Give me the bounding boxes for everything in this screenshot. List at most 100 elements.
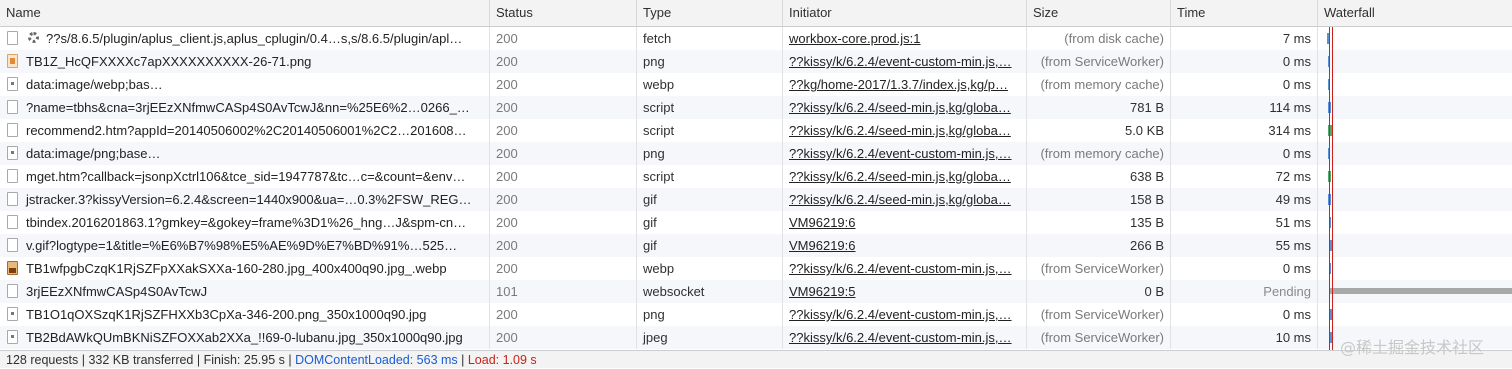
initiator-link[interactable]: VM96219:5 (783, 280, 1027, 303)
request-name: TB2BdAWkQUmBKNiSZFOXXab2XXa_!!69-0-luban… (0, 326, 490, 349)
request-name: data:image/png;base… (0, 142, 490, 165)
initiator-link[interactable]: ??kissy/k/6.2.4/event-custom-min.js,… (783, 326, 1027, 349)
table-row[interactable]: ?name=tbhs&cna=3rjEEzXNfmwCASp4S0AvTcwJ&… (0, 96, 1512, 119)
request-time: 0 ms (1171, 142, 1318, 165)
dom-content-loaded-marker (1329, 27, 1330, 350)
request-name: 3rjEEzXNfmwCASp4S0AvTcwJ (0, 280, 490, 303)
table-row[interactable]: recommend2.htm?appId=20140506002%2C20140… (0, 119, 1512, 142)
request-status: 200 (490, 165, 637, 188)
initiator-link[interactable]: ??kissy/k/6.2.4/seed-min.js,kg/globa… (783, 165, 1027, 188)
table-row[interactable]: v.gif?logtype=1&title=%E6%B7%98%E5%AE%9D… (0, 234, 1512, 257)
request-size: 781 B (1027, 96, 1171, 119)
table-row[interactable]: TB2BdAWkQUmBKNiSZFOXXab2XXa_!!69-0-luban… (0, 326, 1512, 349)
column-header-name[interactable]: Name (0, 0, 490, 26)
request-rows: ??s/8.6.5/plugin/aplus_client.js,aplus_c… (0, 27, 1512, 350)
table-row[interactable]: TB1wfpgbCzqK1RjSZFpXXakSXXa-160-280.jpg_… (0, 257, 1512, 280)
request-type: png (637, 303, 783, 326)
waterfall-cell (1318, 280, 1512, 303)
request-time: 0 ms (1171, 257, 1318, 280)
request-type: websocket (637, 280, 783, 303)
watermark: @稀土掘金技术社区 (1340, 338, 1485, 357)
request-status: 200 (490, 142, 637, 165)
column-header-size[interactable]: Size (1027, 0, 1171, 26)
table-row[interactable]: TB1O1qOXSzqK1RjSZFHXXb3CpXa-346-200.png_… (0, 303, 1512, 326)
request-status: 200 (490, 119, 637, 142)
initiator-link[interactable]: ??kissy/k/6.2.4/seed-min.js,kg/globa… (783, 119, 1027, 142)
request-type: script (637, 119, 783, 142)
initiator-link[interactable]: VM96219:6 (783, 211, 1027, 234)
waterfall-cell (1318, 303, 1512, 326)
request-size: 5.0 KB (1027, 119, 1171, 142)
table-row[interactable]: TB1Z_HcQFXXXXc7apXXXXXXXXXX-26-71.png 200… (0, 50, 1512, 73)
table-row[interactable]: data:image/png;base… 200 png ??kissy/k/6.2.… (0, 142, 1512, 165)
waterfall-cell (1318, 119, 1512, 142)
table-header: Name Status Type Initiator Size Time Wat… (0, 0, 1512, 27)
initiator-link[interactable]: workbox-core.prod.js:1 (783, 27, 1027, 50)
request-type: gif (637, 234, 783, 257)
request-status: 101 (490, 280, 637, 303)
request-name: recommend2.htm?appId=20140506002%2C20140… (0, 119, 490, 142)
request-size: 0 B (1027, 280, 1171, 303)
table-row[interactable]: mget.htm?callback=jsonpXctrl106&tce_sid=… (0, 165, 1512, 188)
request-size: (from ServiceWorker) (1027, 326, 1171, 349)
request-time: 0 ms (1171, 73, 1318, 96)
request-status: 200 (490, 73, 637, 96)
waterfall-bar (1330, 288, 1512, 294)
request-name: mget.htm?callback=jsonpXctrl106&tce_sid=… (0, 165, 490, 188)
initiator-link[interactable]: ??kissy/k/6.2.4/event-custom-min.js,… (783, 257, 1027, 280)
request-size: 158 B (1027, 188, 1171, 211)
request-size: (from memory cache) (1027, 73, 1171, 96)
table-row[interactable]: data:image/webp;bas… 200 webp ??kg/home-201… (0, 73, 1512, 96)
initiator-link[interactable]: ??kissy/k/6.2.4/seed-min.js,kg/globa… (783, 188, 1027, 211)
load-marker (1332, 27, 1333, 350)
request-type: webp (637, 257, 783, 280)
waterfall-cell (1318, 257, 1512, 280)
request-time: 114 ms (1171, 96, 1318, 119)
column-header-waterfall[interactable]: Waterfall (1318, 0, 1512, 26)
waterfall-cell (1318, 211, 1512, 234)
request-time: 55 ms (1171, 234, 1318, 257)
request-name: TB1O1qOXSzqK1RjSZFHXXb3CpXa-346-200.png_… (0, 303, 490, 326)
initiator-link[interactable]: ??kissy/k/6.2.4/seed-min.js,kg/globa… (783, 96, 1027, 119)
waterfall-cell (1318, 142, 1512, 165)
column-header-status[interactable]: Status (490, 0, 637, 26)
request-name: TB1Z_HcQFXXXXc7apXXXXXXXXXX-26-71.png (0, 50, 490, 73)
request-status: 200 (490, 257, 637, 280)
summary-text: 128 requests | 332 KB transferred | Fini… (6, 353, 296, 367)
table-row[interactable]: tbindex.2016201863.1?gmkey=&gokey=frame%… (0, 211, 1512, 234)
table-row[interactable]: 3rjEEzXNfmwCASp4S0AvTcwJ 101 websocket VM96… (0, 280, 1512, 303)
initiator-link[interactable]: VM96219:6 (783, 234, 1027, 257)
waterfall-cell (1318, 27, 1512, 50)
table-row[interactable]: ??s/8.6.5/plugin/aplus_client.js,aplus_c… (0, 27, 1512, 50)
request-time: 7 ms (1171, 27, 1318, 50)
column-header-time[interactable]: Time (1171, 0, 1318, 26)
request-type: gif (637, 211, 783, 234)
initiator-link[interactable]: ??kissy/k/6.2.4/event-custom-min.js,… (783, 142, 1027, 165)
request-type: script (637, 165, 783, 188)
request-size: (from ServiceWorker) (1027, 303, 1171, 326)
request-type: webp (637, 73, 783, 96)
initiator-link[interactable]: ??kg/home-2017/1.3.7/index.js,kg/p… (783, 73, 1027, 96)
request-size: (from ServiceWorker) (1027, 257, 1171, 280)
request-time: 72 ms (1171, 165, 1318, 188)
request-time: 314 ms (1171, 119, 1318, 142)
request-type: fetch (637, 27, 783, 50)
request-size: 135 B (1027, 211, 1171, 234)
request-type: gif (637, 188, 783, 211)
request-status: 200 (490, 188, 637, 211)
waterfall-cell (1318, 234, 1512, 257)
request-size: 266 B (1027, 234, 1171, 257)
table-row[interactable]: jstracker.3?kissyVersion=6.2.4&screen=14… (0, 188, 1512, 211)
column-header-type[interactable]: Type (637, 0, 783, 26)
waterfall-cell (1318, 50, 1512, 73)
waterfall-cell (1318, 188, 1512, 211)
waterfall-cell (1318, 73, 1512, 96)
column-header-initiator[interactable]: Initiator (783, 0, 1027, 26)
request-status: 200 (490, 211, 637, 234)
request-time: 49 ms (1171, 188, 1318, 211)
initiator-link[interactable]: ??kissy/k/6.2.4/event-custom-min.js,… (783, 303, 1027, 326)
dom-content-loaded-text: DOMContentLoaded: 563 ms (295, 353, 458, 367)
request-time: 10 ms (1171, 326, 1318, 349)
initiator-link[interactable]: ??kissy/k/6.2.4/event-custom-min.js,… (783, 50, 1027, 73)
waterfall-cell (1318, 96, 1512, 119)
